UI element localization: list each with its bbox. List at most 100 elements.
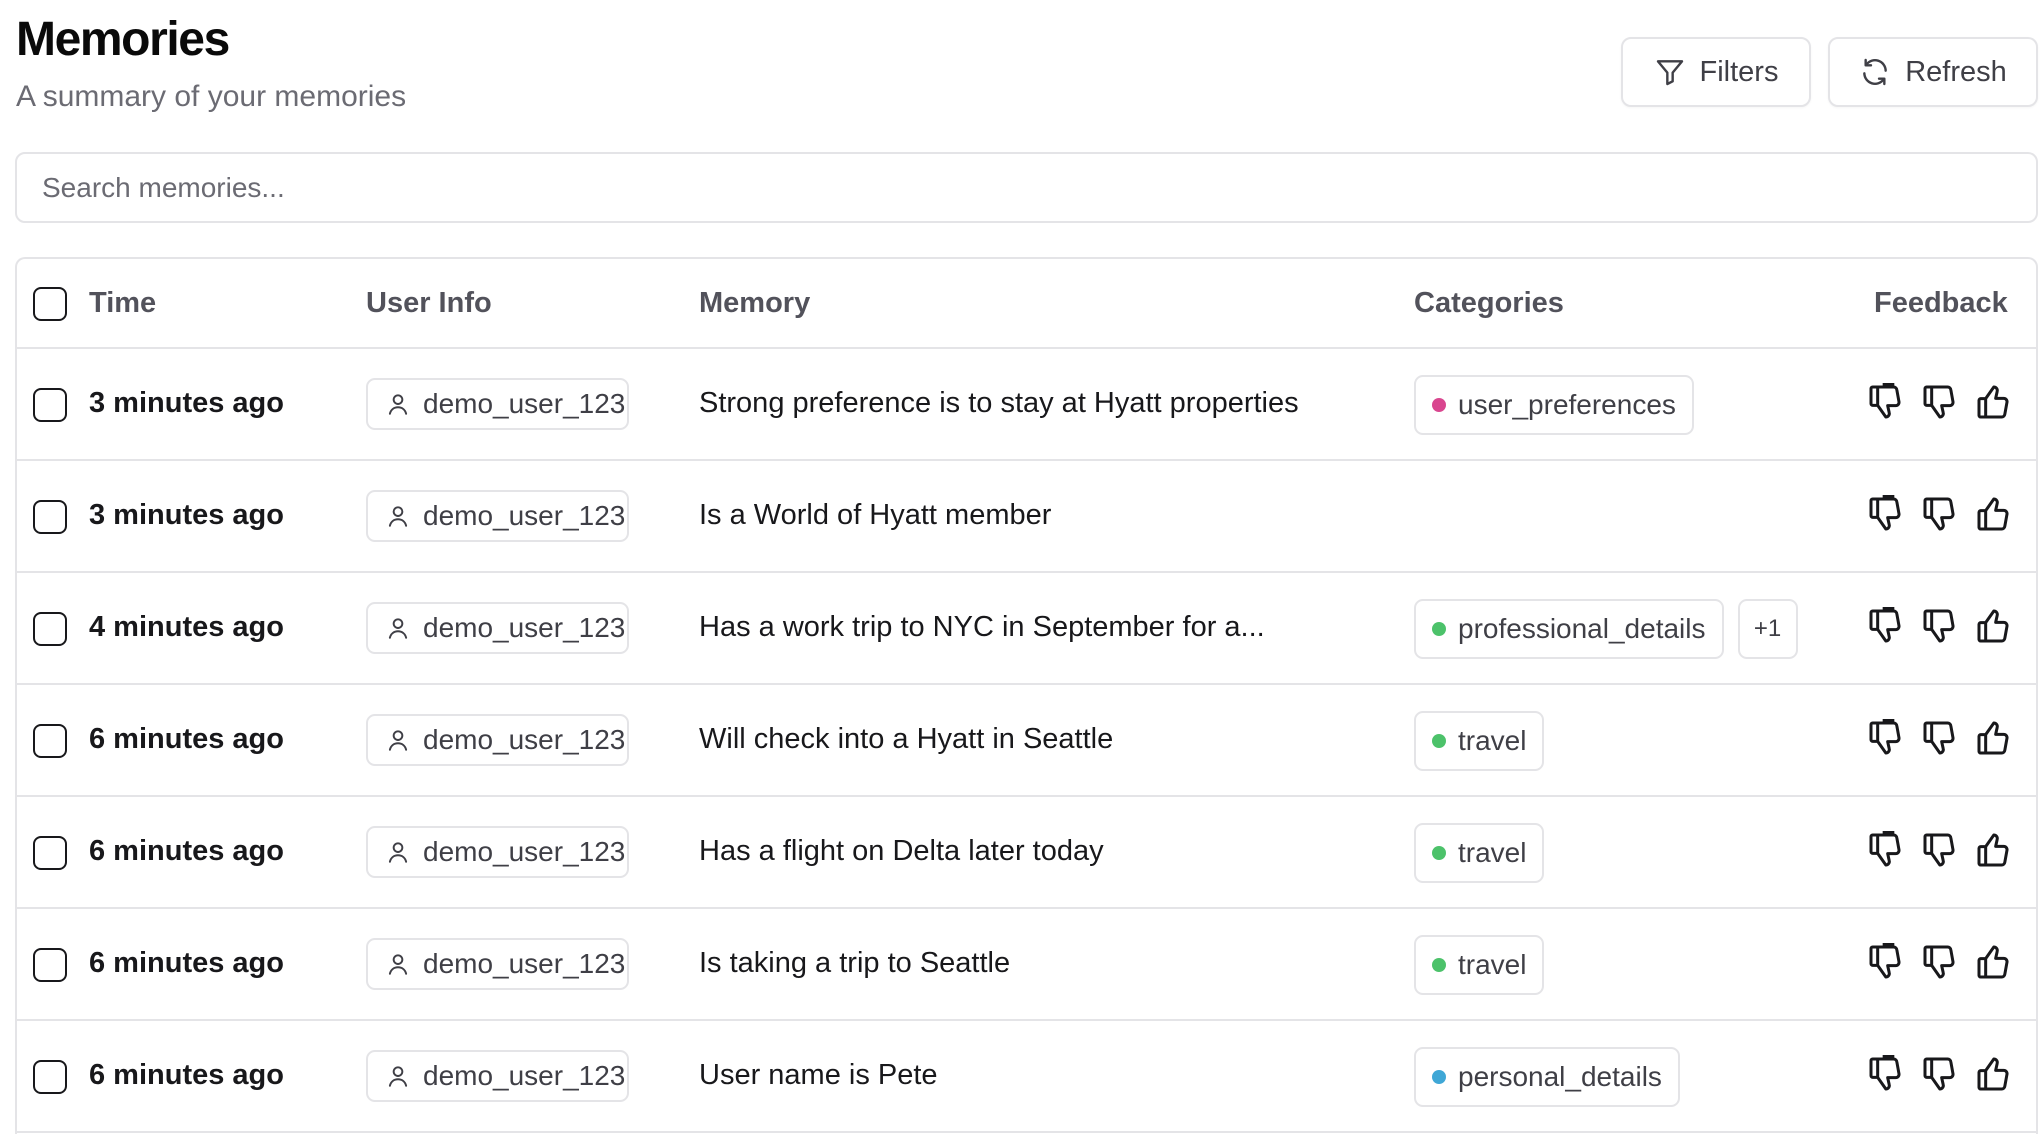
- like-button[interactable]: [1973, 717, 2015, 759]
- user-badge[interactable]: demo_user_123: [366, 826, 629, 878]
- row-memory[interactable]: Will check into a Hyatt in Seattle: [699, 723, 1113, 756]
- row-categories: professional_details +1: [1414, 599, 1798, 659]
- strong-dislike-button[interactable]: [1865, 493, 1907, 535]
- thumbs-down-icon: [1923, 609, 1955, 643]
- thumbs-down-icon: [1923, 497, 1955, 531]
- category-badge[interactable]: travel: [1414, 823, 1545, 883]
- category-label: travel: [1458, 725, 1527, 756]
- row-memory[interactable]: Has a flight on Delta later today: [699, 835, 1104, 868]
- like-button[interactable]: [1973, 493, 2015, 535]
- row-feedback: [1865, 1053, 2015, 1095]
- row-time: 4 minutes ago: [89, 611, 284, 643]
- category-label: travel: [1458, 837, 1527, 868]
- table-row[interactable]: 3 minutes ago demo_user_123 Strong prefere…: [17, 349, 2036, 461]
- user-badge[interactable]: demo_user_123: [366, 378, 629, 430]
- user-badge[interactable]: demo_user_123: [366, 1050, 629, 1102]
- filters-button[interactable]: Filters: [1621, 37, 1811, 107]
- row-time: 6 minutes ago: [89, 1059, 284, 1091]
- column-header-memory[interactable]: Memory: [699, 287, 810, 320]
- row-memory[interactable]: Is taking a trip to Seattle: [699, 947, 1010, 980]
- strong-dislike-icon: [1869, 719, 1901, 755]
- row-time: 3 minutes ago: [89, 387, 284, 419]
- category-badge[interactable]: professional_details: [1414, 599, 1724, 659]
- row-checkbox[interactable]: [33, 948, 67, 982]
- strong-dislike-button[interactable]: [1865, 829, 1907, 871]
- table-row[interactable]: 4 minutes ago demo_user_123 Has a work tri…: [17, 573, 2036, 685]
- row-checkbox[interactable]: [33, 1060, 67, 1094]
- dislike-button[interactable]: [1919, 717, 1961, 759]
- table-row[interactable]: 6 minutes ago demo_user_123 Will check int…: [17, 685, 2036, 797]
- refresh-button[interactable]: Refresh: [1828, 37, 2038, 107]
- user-id: demo_user_123: [423, 836, 626, 867]
- dislike-button[interactable]: [1919, 493, 1961, 535]
- like-button[interactable]: [1973, 381, 2015, 423]
- category-dot: [1432, 846, 1446, 860]
- strong-dislike-button[interactable]: [1865, 381, 1907, 423]
- row-feedback: [1865, 829, 2015, 871]
- like-button[interactable]: [1973, 1053, 2015, 1095]
- strong-dislike-icon: [1869, 495, 1901, 531]
- row-feedback: [1865, 493, 2015, 535]
- dislike-button[interactable]: [1919, 1053, 1961, 1095]
- page-title: Memories: [16, 13, 230, 66]
- category-badge[interactable]: personal_details: [1414, 1047, 1680, 1107]
- row-checkbox[interactable]: [33, 500, 67, 534]
- row-checkbox[interactable]: [33, 388, 67, 422]
- table-row[interactable]: 6 minutes ago demo_user_123 User name is P…: [17, 1021, 2036, 1133]
- row-time: 6 minutes ago: [89, 947, 284, 979]
- table-row[interactable]: 6 minutes ago demo_user_123 Is taking a tr…: [17, 909, 2036, 1021]
- category-label: professional_details: [1458, 613, 1706, 644]
- category-badge[interactable]: user_preferences: [1414, 375, 1694, 435]
- user-id: demo_user_123: [423, 1060, 626, 1091]
- category-badge[interactable]: travel: [1414, 935, 1545, 995]
- user-badge[interactable]: demo_user_123: [366, 490, 629, 542]
- dislike-button[interactable]: [1919, 829, 1961, 871]
- user-badge[interactable]: demo_user_123: [366, 602, 629, 654]
- strong-dislike-button[interactable]: [1865, 1053, 1907, 1095]
- filters-label: Filters: [1699, 55, 1779, 88]
- thumbs-up-icon: [1977, 385, 2009, 419]
- category-badge[interactable]: travel: [1414, 711, 1545, 771]
- category-label: user_preferences: [1458, 389, 1676, 420]
- user-badge[interactable]: demo_user_123: [366, 938, 629, 990]
- thumbs-up-icon: [1977, 721, 2009, 755]
- select-all-checkbox[interactable]: [33, 287, 67, 321]
- row-memory[interactable]: User name is Pete: [699, 1059, 938, 1092]
- dislike-button[interactable]: [1919, 941, 1961, 983]
- row-categories: travel: [1414, 711, 1545, 771]
- column-header-user-info[interactable]: User Info: [366, 287, 492, 320]
- page-subtitle: A summary of your memories: [16, 80, 407, 113]
- row-categories: travel: [1414, 935, 1545, 995]
- user-badge[interactable]: demo_user_123: [366, 714, 629, 766]
- table-row[interactable]: 3 minutes ago demo_user_123 Is a World of …: [17, 461, 2036, 573]
- strong-dislike-icon: [1869, 1055, 1901, 1091]
- dislike-button[interactable]: [1919, 381, 1961, 423]
- memories-page: Memories A summary of your memories Filt…: [0, 0, 2042, 1134]
- like-button[interactable]: [1973, 829, 2015, 871]
- table-row[interactable]: 6 minutes ago demo_user_123 Has a flight o…: [17, 797, 2036, 909]
- row-memory[interactable]: Is a World of Hyatt member: [699, 499, 1051, 532]
- row-time: 6 minutes ago: [89, 835, 284, 867]
- column-header-time[interactable]: Time: [89, 287, 156, 320]
- category-label: personal_details: [1458, 1061, 1662, 1092]
- more-categories-badge[interactable]: +1: [1737, 599, 1798, 659]
- row-checkbox[interactable]: [33, 724, 67, 758]
- strong-dislike-button[interactable]: [1865, 941, 1907, 983]
- strong-dislike-button[interactable]: [1865, 717, 1907, 759]
- refresh-label: Refresh: [1905, 55, 2007, 88]
- like-button[interactable]: [1973, 941, 2015, 983]
- dislike-button[interactable]: [1919, 605, 1961, 647]
- search-input[interactable]: [15, 152, 2038, 223]
- row-feedback: [1865, 605, 2015, 647]
- thumbs-up-icon: [1977, 945, 2009, 979]
- table-header: Time User Info Memory Categories Feedbac…: [17, 259, 2036, 349]
- user-icon: [388, 618, 408, 639]
- strong-dislike-button[interactable]: [1865, 605, 1907, 647]
- memories-table: Time User Info Memory Categories Feedbac…: [15, 257, 2038, 1134]
- like-button[interactable]: [1973, 605, 2015, 647]
- row-memory[interactable]: Has a work trip to NYC in September for …: [699, 611, 1265, 644]
- column-header-categories[interactable]: Categories: [1414, 287, 1564, 320]
- row-checkbox[interactable]: [33, 612, 67, 646]
- row-checkbox[interactable]: [33, 836, 67, 870]
- row-memory[interactable]: Strong preference is to stay at Hyatt pr…: [699, 387, 1299, 420]
